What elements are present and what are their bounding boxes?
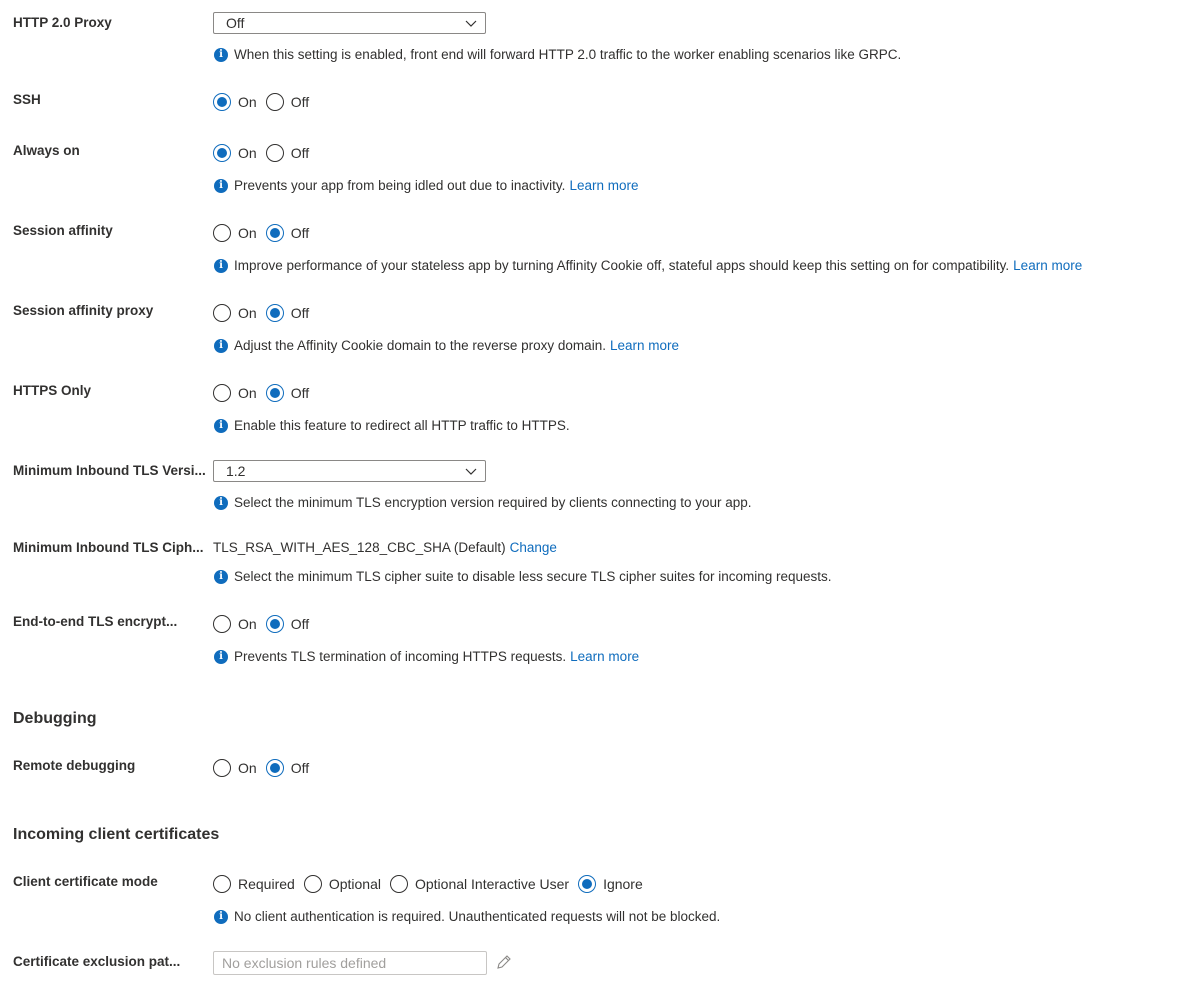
e2e-tls-on-radio[interactable]: On: [213, 615, 257, 633]
client-cert-mode-info: i No client authentication is required. …: [214, 909, 720, 924]
debugging-section-title: Debugging: [13, 710, 97, 727]
info-icon: i: [214, 649, 228, 664]
client-cert-mode-label: Client certificate mode: [13, 874, 158, 889]
remote-debugging-label: Remote debugging: [13, 758, 136, 773]
session-affinity-radio-group: On Off: [213, 223, 318, 243]
always-on-radio-group: On Off: [213, 143, 318, 163]
always-on-label: Always on: [13, 143, 80, 158]
min-tls-cipher-info-text: Select the minimum TLS cipher suite to d…: [234, 569, 832, 584]
always-on-off-radio[interactable]: Off: [265, 144, 309, 162]
ssh-label: SSH: [13, 92, 41, 107]
http2-proxy-dropdown[interactable]: Off: [213, 12, 486, 34]
info-icon: i: [214, 258, 228, 273]
http2-proxy-info: i When this setting is enabled, front en…: [214, 47, 901, 62]
session-affinity-info-text: Improve performance of your stateless ap…: [234, 258, 1010, 273]
pencil-icon[interactable]: [495, 953, 513, 971]
session-affinity-proxy-info: i Adjust the Affinity Cookie domain to t…: [214, 338, 679, 353]
info-icon: i: [214, 569, 228, 584]
e2e-tls-radio-group: On Off: [213, 614, 318, 634]
cert-exclusion-input[interactable]: [214, 952, 486, 974]
e2e-tls-off-radio[interactable]: Off: [265, 615, 309, 633]
info-icon: i: [214, 47, 228, 62]
https-only-label: HTTPS Only: [13, 383, 92, 398]
https-only-radio-group: On Off: [213, 383, 318, 403]
https-only-info: i Enable this feature to redirect all HT…: [214, 418, 570, 433]
session-affinity-proxy-on-radio[interactable]: On: [213, 304, 257, 322]
session-affinity-proxy-info-text: Adjust the Affinity Cookie domain to the…: [234, 338, 606, 353]
min-tls-version-label: Minimum Inbound TLS Versi...: [13, 463, 206, 478]
always-on-on-radio[interactable]: On: [213, 144, 257, 162]
client-cert-mode-info-text: No client authentication is required. Un…: [234, 909, 721, 924]
chevron-down-icon: [465, 468, 477, 475]
https-only-on-radio[interactable]: On: [213, 384, 257, 402]
http2-proxy-info-text: When this setting is enabled, front end …: [234, 47, 902, 62]
https-only-off-radio[interactable]: Off: [265, 384, 309, 402]
min-tls-version-info-text: Select the minimum TLS encryption versio…: [234, 495, 752, 510]
remote-debugging-off-radio[interactable]: Off: [265, 759, 309, 777]
info-icon: i: [214, 418, 228, 433]
client-cert-optional-interactive-radio[interactable]: Optional Interactive User: [389, 875, 569, 893]
client-certs-section-title: Incoming client certificates: [13, 826, 220, 843]
ssh-on-radio[interactable]: On: [213, 93, 257, 111]
remote-debugging-on-radio[interactable]: On: [213, 759, 257, 777]
session-affinity-off-radio[interactable]: Off: [265, 224, 309, 242]
info-icon: i: [214, 495, 228, 510]
min-tls-cipher-value: TLS_RSA_WITH_AES_128_CBC_SHA (Default): [213, 540, 506, 555]
ssh-radio-group: On Off: [213, 92, 318, 112]
client-cert-mode-radio-group: Required Optional Optional Interactive U…: [213, 874, 652, 894]
client-cert-ignore-radio[interactable]: Ignore: [578, 875, 643, 893]
http2-proxy-value: Off: [226, 15, 245, 31]
e2e-tls-info: i Prevents TLS termination of incoming H…: [214, 649, 639, 664]
client-cert-optional-radio[interactable]: Optional: [303, 875, 381, 893]
e2e-tls-learn-more-link[interactable]: Learn more: [570, 649, 639, 664]
e2e-tls-info-text: Prevents TLS termination of incoming HTT…: [234, 649, 567, 664]
info-icon: i: [214, 338, 228, 353]
session-affinity-learn-more-link[interactable]: Learn more: [1013, 258, 1082, 273]
min-tls-cipher-value-row: TLS_RSA_WITH_AES_128_CBC_SHA (Default) Ch…: [213, 540, 557, 555]
session-affinity-proxy-learn-more-link[interactable]: Learn more: [610, 338, 679, 353]
chevron-down-icon: [465, 20, 477, 27]
session-affinity-on-radio[interactable]: On: [213, 224, 257, 242]
info-icon: i: [214, 909, 228, 924]
min-tls-cipher-info: i Select the minimum TLS cipher suite to…: [214, 569, 832, 584]
cert-exclusion-field: [213, 951, 487, 975]
cert-exclusion-label: Certificate exclusion pat...: [13, 954, 181, 969]
session-affinity-proxy-label: Session affinity proxy: [13, 303, 154, 318]
e2e-tls-label: End-to-end TLS encrypt...: [13, 614, 178, 629]
session-affinity-info: i Improve performance of your stateless …: [214, 258, 1082, 273]
always-on-info-text: Prevents your app from being idled out d…: [234, 178, 566, 193]
session-affinity-label: Session affinity: [13, 223, 113, 238]
min-tls-cipher-change-link[interactable]: Change: [510, 540, 557, 555]
remote-debugging-radio-group: On Off: [213, 758, 318, 778]
client-cert-required-radio[interactable]: Required: [213, 875, 295, 893]
min-tls-version-info: i Select the minimum TLS encryption vers…: [214, 495, 752, 510]
min-tls-cipher-label: Minimum Inbound TLS Ciph...: [13, 540, 204, 555]
always-on-learn-more-link[interactable]: Learn more: [569, 178, 638, 193]
min-tls-version-value: 1.2: [226, 463, 246, 479]
always-on-info: i Prevents your app from being idled out…: [214, 178, 638, 193]
ssh-off-radio[interactable]: Off: [265, 93, 309, 111]
min-tls-version-dropdown[interactable]: 1.2: [213, 460, 486, 482]
session-affinity-proxy-radio-group: On Off: [213, 303, 318, 323]
https-only-info-text: Enable this feature to redirect all HTTP…: [234, 418, 570, 433]
info-icon: i: [214, 178, 228, 193]
session-affinity-proxy-off-radio[interactable]: Off: [265, 304, 309, 322]
http2-proxy-label: HTTP 2.0 Proxy: [13, 15, 112, 30]
